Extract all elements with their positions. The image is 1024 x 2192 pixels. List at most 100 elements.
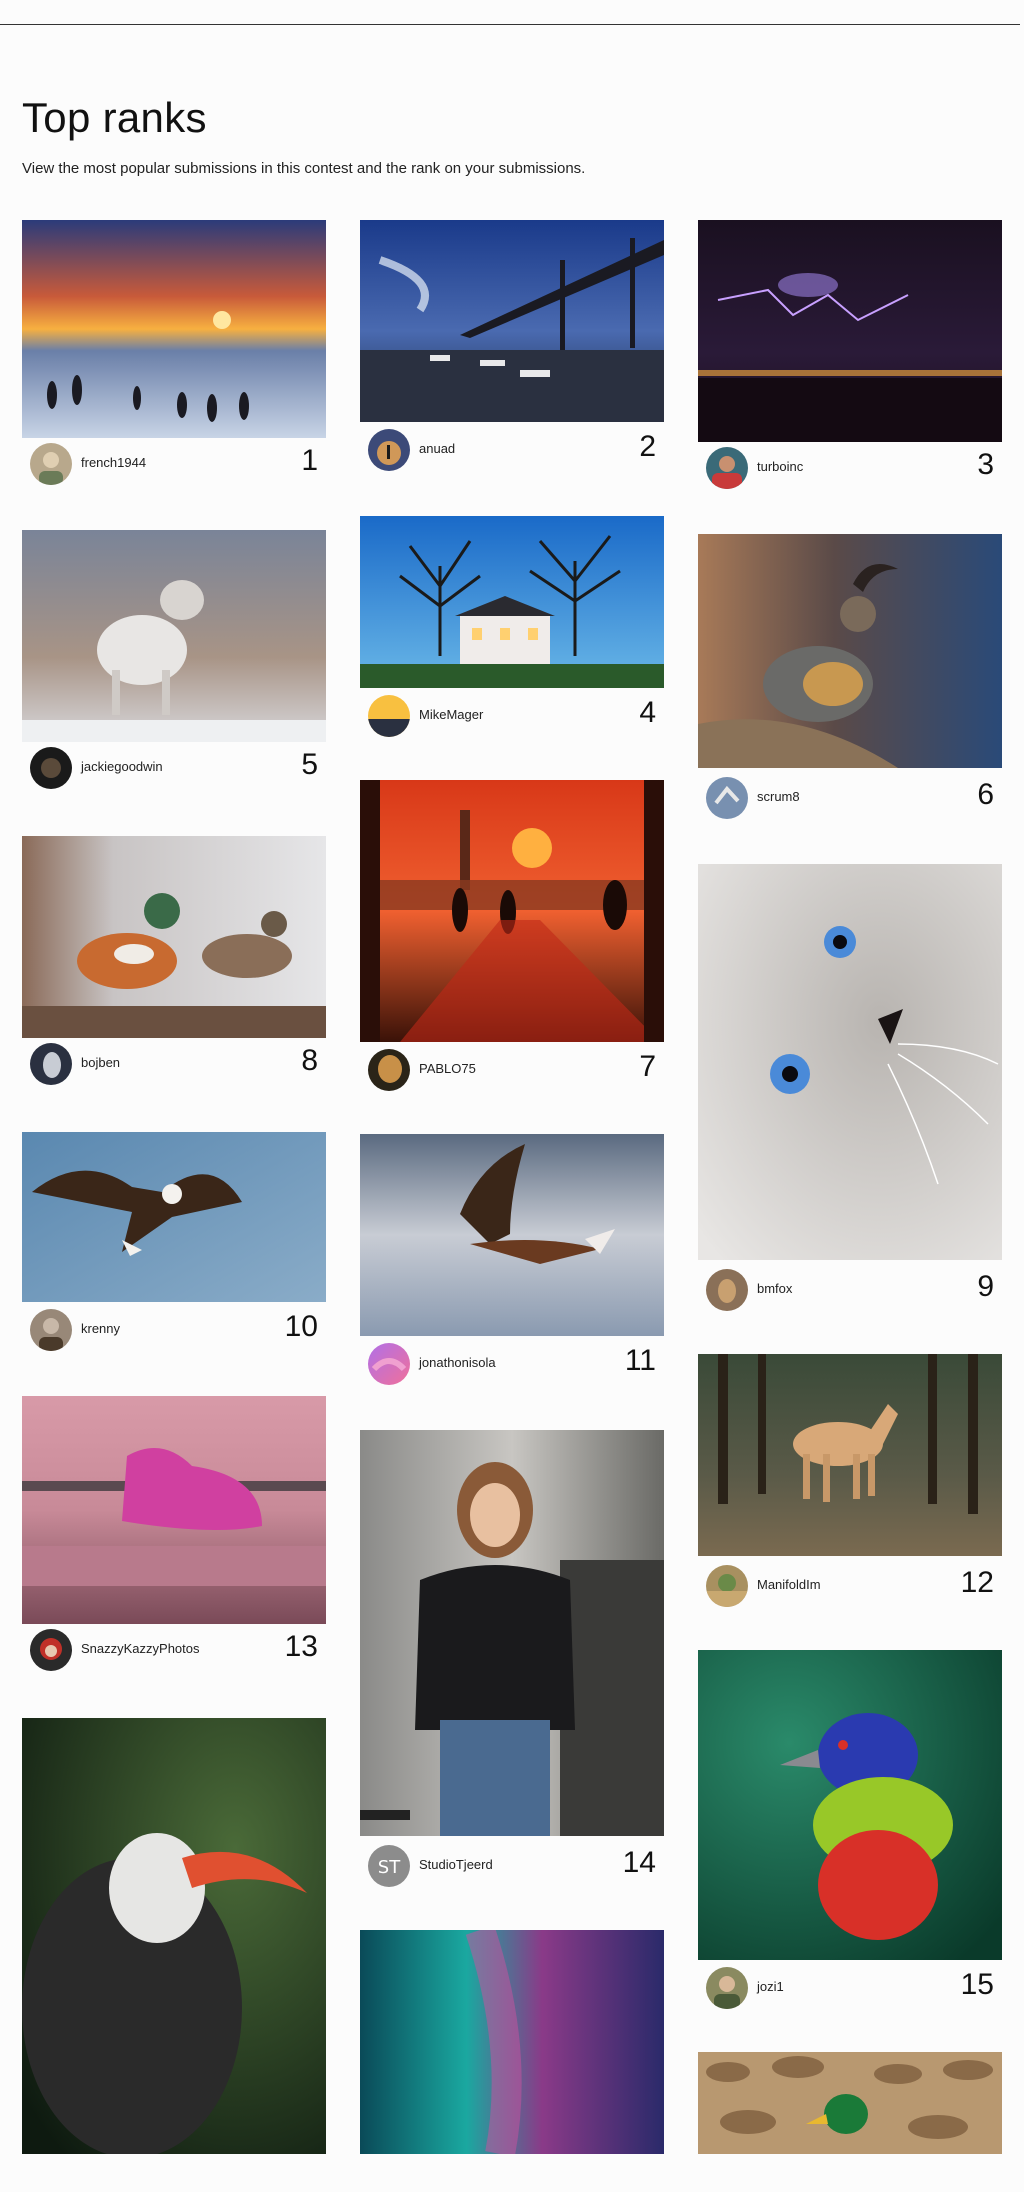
user-avatar[interactable]: [706, 1269, 748, 1311]
rank-number: 6: [977, 778, 994, 811]
user-avatar[interactable]: [706, 1565, 748, 1607]
username-link[interactable]: ManifoldIm: [757, 1577, 821, 1592]
avatar-initials: ST: [378, 1857, 401, 1878]
entry-meta: jackiegoodwin 5: [22, 742, 326, 792]
submission-card[interactable]: jozi1 15: [698, 1650, 1002, 2014]
entry-meta: krenny 10: [22, 1304, 326, 1354]
username-link[interactable]: SnazzyKazzyPhotos: [81, 1641, 200, 1656]
user-avatar[interactable]: [30, 747, 72, 789]
rank-number: 3: [977, 448, 994, 481]
submission-card[interactable]: MikeMager 4: [360, 516, 664, 742]
blue-eyed-cat-photo[interactable]: [698, 864, 1002, 1260]
entry-meta: SnazzyKazzyPhotos 13: [22, 1624, 326, 1674]
username-link[interactable]: bojben: [81, 1055, 120, 1070]
user-avatar[interactable]: [30, 1043, 72, 1085]
submission-card[interactable]: krenny 10: [22, 1132, 326, 1354]
user-avatar[interactable]: [368, 1049, 410, 1091]
user-avatar[interactable]: [368, 1343, 410, 1385]
rank-number: 14: [622, 1846, 656, 1879]
submission-card[interactable]: scrum8 6: [698, 534, 1002, 824]
rank-number: 12: [960, 1566, 994, 1599]
submission-card[interactable]: jackiegoodwin 5: [22, 530, 326, 792]
painted-bunting-photo[interactable]: [698, 1650, 1002, 1960]
hornbill-photo[interactable]: [22, 1718, 326, 2154]
entry-meta: PABLO75 7: [360, 1044, 664, 1094]
username-link[interactable]: anuad: [419, 441, 455, 456]
user-avatar[interactable]: [706, 777, 748, 819]
entry-meta: ManifoldIm 12: [698, 1560, 1002, 1610]
rank-number: 8: [301, 1044, 318, 1077]
username-link[interactable]: turboinc: [757, 459, 803, 474]
username-link[interactable]: jonathonisola: [419, 1355, 496, 1370]
entry-meta: MikeMager 4: [360, 690, 664, 740]
submission-card[interactable]: bmfox 9: [698, 864, 1002, 1314]
rank-number: 1: [301, 444, 318, 477]
rank-number: 10: [284, 1310, 318, 1343]
submission-card[interactable]: jonathonisola 11: [360, 1134, 664, 1390]
rank-number: 13: [284, 1630, 318, 1663]
girl-leather-jacket-photo[interactable]: [360, 1430, 664, 1836]
username-link[interactable]: StudioTjeerd: [419, 1857, 493, 1872]
rank-number: 15: [960, 1968, 994, 2001]
sunset-penguins-photo[interactable]: [22, 220, 326, 438]
entry-meta: ST StudioTjeerd 14: [360, 1840, 664, 1890]
rank-number: 4: [639, 696, 656, 729]
user-avatar[interactable]: [368, 429, 410, 471]
arctic-fox-photo[interactable]: [22, 530, 326, 742]
top-divider: [0, 24, 1020, 25]
hawk-flight-photo[interactable]: [360, 1134, 664, 1336]
user-avatar[interactable]: [30, 1309, 72, 1351]
submission-card[interactable]: SnazzyKazzyPhotos 13: [22, 1396, 326, 1678]
username-link[interactable]: jozi1: [757, 1979, 784, 1994]
submission-card[interactable]: [22, 1718, 326, 2154]
username-link[interactable]: PABLO75: [419, 1061, 476, 1076]
entry-meta: french1944 1: [22, 438, 326, 488]
page-subtitle: View the most popular submissions in thi…: [22, 160, 586, 177]
user-avatar[interactable]: [30, 443, 72, 485]
bald-eagle-photo[interactable]: [22, 1132, 326, 1302]
page-title: Top ranks: [22, 94, 207, 141]
lightning-night-photo[interactable]: [698, 220, 1002, 442]
rank-number: 11: [624, 1344, 656, 1377]
username-link[interactable]: french1944: [81, 455, 146, 470]
submission-card[interactable]: ST StudioTjeerd 14: [360, 1430, 664, 1890]
mandarin-ducks-photo[interactable]: [22, 836, 326, 1038]
submission-card[interactable]: anuad 2: [360, 220, 664, 482]
rank-number: 7: [639, 1050, 656, 1083]
submission-card[interactable]: [698, 2052, 1002, 2154]
submission-card[interactable]: PABLO75 7: [360, 780, 664, 1098]
entry-meta: scrum8 6: [698, 772, 1002, 822]
mallard-pebbles-photo[interactable]: [698, 2052, 1002, 2154]
user-avatar[interactable]: [706, 447, 748, 489]
quail-photo[interactable]: [698, 534, 1002, 768]
entry-meta: jozi1 15: [698, 1962, 1002, 2012]
username-link[interactable]: bmfox: [757, 1281, 792, 1296]
submission-card[interactable]: turboinc 3: [698, 220, 1002, 496]
submission-card[interactable]: bojben 8: [22, 836, 326, 1088]
rank-number: 9: [977, 1270, 994, 1303]
entry-meta: bojben 8: [22, 1038, 326, 1088]
aurora-photo[interactable]: [360, 1930, 664, 2154]
entry-meta: turboinc 3: [698, 442, 1002, 492]
submission-card[interactable]: french1944 1: [22, 220, 326, 488]
submission-card[interactable]: ManifoldIm 12: [698, 1354, 1002, 1610]
palomino-horse-photo[interactable]: [698, 1354, 1002, 1556]
rank-number: 2: [639, 430, 656, 463]
submission-card[interactable]: [360, 1930, 664, 2154]
user-avatar[interactable]: [30, 1629, 72, 1671]
entry-meta: bmfox 9: [698, 1264, 1002, 1314]
user-avatar[interactable]: ST: [368, 1845, 410, 1887]
red-sunset-street-photo[interactable]: [360, 780, 664, 1042]
pink-dress-photo[interactable]: [22, 1396, 326, 1624]
user-avatar[interactable]: [706, 1967, 748, 2009]
rank-number: 5: [301, 748, 318, 781]
entry-meta: jonathonisola 11: [360, 1338, 664, 1388]
user-avatar[interactable]: [368, 695, 410, 737]
bridge-harbor-photo[interactable]: [360, 220, 664, 422]
username-link[interactable]: jackiegoodwin: [81, 759, 163, 774]
username-link[interactable]: scrum8: [757, 789, 800, 804]
username-link[interactable]: krenny: [81, 1321, 120, 1336]
username-link[interactable]: MikeMager: [419, 707, 483, 722]
entry-meta: anuad 2: [360, 424, 664, 474]
house-trees-photo[interactable]: [360, 516, 664, 688]
